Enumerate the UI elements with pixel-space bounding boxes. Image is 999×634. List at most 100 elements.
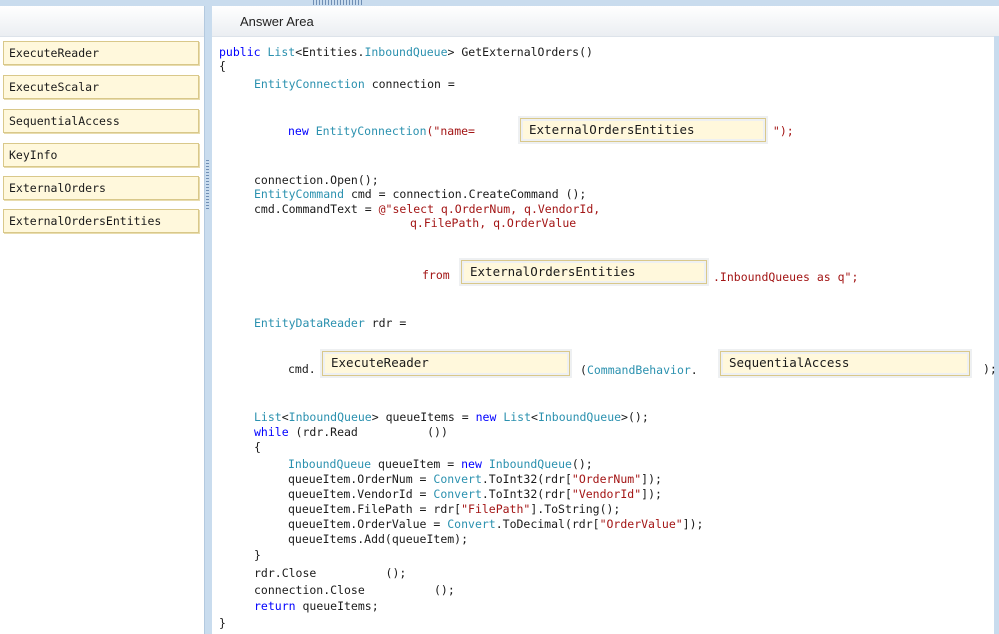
code-token: List: [503, 410, 532, 424]
drop-target-from-source[interactable]: ExternalOrdersEntities: [461, 260, 707, 284]
code-token: List: [254, 410, 282, 424]
code-token: ");: [766, 124, 794, 138]
code-token: queueItem.VendorId =: [288, 487, 434, 501]
right-frame-strip: [994, 36, 999, 634]
code-token: EntityCommand: [254, 187, 345, 201]
code-token: EntityConnection: [315, 124, 427, 138]
code-line-rdr-close: rdr.Close ();: [254, 566, 407, 580]
code-line-queueitem-new: InboundQueue queueItem = new InboundQueu…: [288, 457, 593, 471]
code-token: from: [422, 268, 450, 282]
answer-area-header: Answer Area: [212, 6, 999, 37]
code-token: connection =: [364, 77, 455, 91]
code-token: .ToDecimal(rdr[: [495, 517, 600, 531]
code-line-while-brace-close: }: [254, 548, 261, 562]
code-line-connection-close: connection.Close ();: [254, 583, 455, 597]
code-token: ]);: [641, 472, 662, 486]
panel-splitter[interactable]: [204, 6, 212, 634]
drop-target-command-behavior[interactable]: SequentialAccess: [720, 351, 970, 376]
code-token: queueItem.OrderNum =: [288, 472, 434, 486]
code-token: queueItem.OrderValue =: [288, 517, 448, 531]
code-token: q.FilePath, q.OrderValue: [410, 216, 577, 230]
code-token: .ToInt32(rdr[: [481, 487, 572, 501]
code-line-commandtext-2: q.FilePath, q.OrderValue: [410, 216, 576, 230]
code-token: public: [219, 45, 261, 59]
code-line-ordervalue: queueItem.OrderValue = Convert.ToDecimal…: [288, 517, 703, 531]
code-line-execute: cmd.: [288, 362, 316, 376]
code-token: Convert: [447, 517, 496, 531]
code-line-commandtext: cmd.CommandText = @"select q.OrderNum, q…: [254, 202, 600, 216]
code-token: InboundQueue: [364, 45, 448, 59]
code-token: .ToInt32(rdr[: [481, 472, 572, 486]
code-token: (: [580, 363, 587, 377]
answer-area-title: Answer Area: [240, 14, 314, 29]
code-line-return: return queueItems;: [254, 599, 379, 613]
code-token: "FilePath": [461, 502, 531, 516]
drop-target-connection-name[interactable]: ExternalOrdersEntities: [520, 118, 766, 142]
top-resize-grip[interactable]: [313, 0, 363, 5]
code-token: ();: [571, 457, 593, 471]
drag-item-keyinfo[interactable]: KeyInfo: [3, 143, 199, 167]
code-line-open: connection.Open();: [254, 173, 379, 187]
code-line-execute-behavior: (CommandBehavior.: [580, 363, 698, 377]
code-token: ]);: [682, 517, 704, 531]
code-token: "OrderNum": [571, 472, 642, 486]
code-line-signature: public List<Entities.InboundQueue> GetEx…: [219, 45, 593, 59]
code-token: > queueItems =: [371, 410, 476, 424]
answer-choices-panel: [0, 6, 204, 634]
drag-item-executereader[interactable]: ExecuteReader: [3, 41, 199, 65]
code-token: InboundQueue: [537, 410, 622, 424]
code-token: queueItem.FilePath = rdr[: [288, 502, 462, 516]
code-token: ].ToString();: [530, 502, 621, 516]
code-token: Convert: [433, 472, 482, 486]
code-token: queueItems;: [295, 599, 379, 613]
code-line-execute-end: );: [983, 362, 997, 376]
code-token: @"select q.OrderNum, q.VendorId,: [378, 202, 601, 216]
code-line-while: while (rdr.Read ()): [254, 425, 448, 439]
code-line-brace-open: {: [219, 59, 226, 73]
drag-item-executescalar[interactable]: ExecuteScalar: [3, 75, 199, 99]
code-token: "VendorId": [571, 487, 642, 501]
code-token: EntityDataReader: [254, 316, 365, 330]
code-token: EntityConnection: [254, 77, 365, 91]
code-token: >();: [621, 410, 649, 424]
code-token: InboundQueue: [488, 457, 572, 471]
code-token: new: [475, 410, 497, 424]
code-token: while: [254, 425, 289, 439]
code-token: new: [288, 124, 309, 138]
code-token: cmd.: [288, 362, 316, 376]
drag-item-externalorders[interactable]: ExternalOrders: [3, 176, 199, 200]
code-line-ordernum: queueItem.OrderNum = Convert.ToInt32(rdr…: [288, 472, 662, 486]
code-token: Convert: [433, 487, 482, 501]
code-token: cmd.CommandText =: [254, 202, 379, 216]
code-line-connection-new: new EntityConnection("name=: [288, 124, 475, 138]
code-token: <: [531, 410, 538, 424]
code-token: > GetExternalOrders(): [447, 45, 593, 59]
code-token: new: [461, 457, 482, 471]
code-token: InboundQueue: [288, 457, 372, 471]
code-line-reader-decl: EntityDataReader rdr =: [254, 316, 406, 330]
code-line-while-brace-open: {: [254, 440, 261, 454]
code-token: ("name=: [426, 124, 475, 138]
code-token: InboundQueue: [288, 410, 372, 424]
code-token: CommandBehavior: [586, 363, 691, 377]
code-line-connection-decl: EntityConnection connection =: [254, 77, 455, 91]
code-token: (rdr.Read ()): [288, 425, 448, 439]
code-token: return: [254, 599, 296, 613]
code-token: <Entities.: [295, 45, 365, 59]
code-line-connection-new-end: ");: [766, 124, 794, 138]
code-token: queueItem =: [371, 457, 462, 471]
code-token: List: [267, 45, 296, 59]
drag-item-externalordersentities[interactable]: ExternalOrdersEntities: [3, 209, 199, 233]
code-line-brace-close: }: [219, 616, 226, 630]
code-token: rdr =: [364, 316, 407, 330]
code-token: .: [690, 363, 698, 377]
code-line-list-decl: List<InboundQueue> queueItems = new List…: [254, 410, 649, 424]
code-line-add: queueItems.Add(queueItem);: [288, 532, 469, 546]
code-token: <: [281, 410, 289, 424]
code-token: .InboundQueues as q";: [713, 270, 859, 284]
drag-item-sequentialaccess[interactable]: SequentialAccess: [3, 109, 199, 133]
drop-target-execute-method[interactable]: ExecuteReader: [322, 351, 570, 376]
code-line-command-decl: EntityCommand cmd = connection.CreateCom…: [254, 187, 586, 201]
code-line-from: from: [422, 268, 450, 282]
splitter-grip[interactable]: [206, 160, 209, 210]
